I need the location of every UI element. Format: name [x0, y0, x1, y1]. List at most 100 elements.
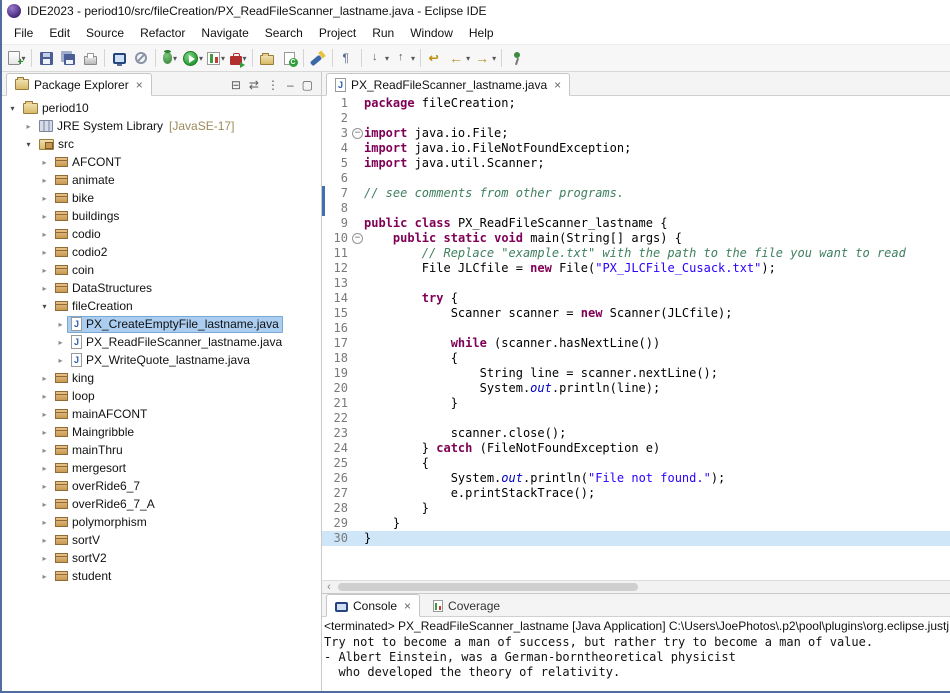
menu-navigate[interactable]: Navigate: [193, 24, 256, 42]
expand-arrow-icon[interactable]: ▸: [38, 284, 51, 293]
dropdown-arrow-icon[interactable]: ▾: [411, 54, 415, 63]
tree-item-polymorphism[interactable]: ▸polymorphism: [2, 513, 321, 531]
back-button[interactable]: ▾: [446, 47, 472, 70]
menu-search[interactable]: Search: [257, 24, 311, 42]
tree-item-loop[interactable]: ▸loop: [2, 387, 321, 405]
tree-item-buildings[interactable]: ▸buildings: [2, 207, 321, 225]
expand-arrow-icon[interactable]: ▸: [38, 554, 51, 563]
run-button[interactable]: ▾: [181, 47, 205, 70]
code-line-18[interactable]: 18 {: [322, 351, 950, 366]
previous-annotation-button[interactable]: ▾: [391, 47, 417, 70]
dropdown-arrow-icon[interactable]: ▾: [492, 54, 496, 63]
menu-edit[interactable]: Edit: [41, 24, 78, 42]
tree-item-mergesort[interactable]: ▸mergesort: [2, 459, 321, 477]
code-line-25[interactable]: 25 {: [322, 456, 950, 471]
tree-item-datastructures[interactable]: ▸DataStructures: [2, 279, 321, 297]
close-icon[interactable]: ×: [136, 78, 143, 92]
code-line-16[interactable]: 16: [322, 321, 950, 336]
dropdown-arrow-icon[interactable]: ▾: [221, 54, 225, 63]
code-line-21[interactable]: 21 }: [322, 396, 950, 411]
expand-arrow-icon[interactable]: ▸: [38, 212, 51, 221]
dropdown-arrow-icon[interactable]: ▾: [466, 54, 470, 63]
new-wizard-button[interactable]: ▾: [6, 47, 28, 70]
fold-collapse-icon[interactable]: [351, 126, 364, 141]
tree-item-coin[interactable]: ▸coin: [2, 261, 321, 279]
dropdown-arrow-icon[interactable]: ▾: [173, 54, 177, 63]
tree-item-mainafcont[interactable]: ▸mainAFCONT: [2, 405, 321, 423]
collapse-arrow-icon[interactable]: ▾: [22, 140, 35, 149]
tab-editor-file[interactable]: J PX_ReadFileScanner_lastname.java ×: [326, 73, 570, 96]
collapse-arrow-icon[interactable]: ▾: [6, 104, 19, 113]
tree-item-src[interactable]: ▾src: [2, 135, 321, 153]
expand-arrow-icon[interactable]: ▸: [38, 446, 51, 455]
expand-arrow-icon[interactable]: ▸: [54, 338, 67, 347]
expand-arrow-icon[interactable]: ▸: [54, 320, 67, 329]
expand-arrow-icon[interactable]: ▸: [38, 572, 51, 581]
forward-button[interactable]: ▾: [472, 47, 498, 70]
code-line-29[interactable]: 29 }: [322, 516, 950, 531]
expand-arrow-icon[interactable]: ▸: [54, 356, 67, 365]
skip-all-breakpoints-button[interactable]: [130, 47, 152, 70]
code-line-6[interactable]: 6: [322, 171, 950, 186]
code-line-28[interactable]: 28 }: [322, 501, 950, 516]
code-line-24[interactable]: 24 } catch (FileNotFoundException e): [322, 441, 950, 456]
tree-item-maingribble[interactable]: ▸Maingribble: [2, 423, 321, 441]
view-menu-icon[interactable]: ⋮: [267, 79, 279, 91]
code-line-7[interactable]: 7// see comments from other programs.: [322, 186, 950, 201]
tree-item-codio[interactable]: ▸codio: [2, 225, 321, 243]
code-line-5[interactable]: 5import java.util.Scanner;: [322, 156, 950, 171]
tree-item-bike[interactable]: ▸bike: [2, 189, 321, 207]
open-console-button[interactable]: [108, 47, 130, 70]
expand-arrow-icon[interactable]: ▸: [38, 158, 51, 167]
run-external-tools-button[interactable]: ▾: [227, 47, 249, 70]
new-java-class-button[interactable]: [278, 47, 300, 70]
code-line-1[interactable]: 1package fileCreation;: [322, 96, 950, 111]
tree-item-codio2[interactable]: ▸codio2: [2, 243, 321, 261]
code-line-13[interactable]: 13: [322, 276, 950, 291]
expand-arrow-icon[interactable]: ▸: [38, 500, 51, 509]
tab-console[interactable]: Console×: [326, 594, 420, 617]
next-annotation-button[interactable]: ▾: [365, 47, 391, 70]
tree-item-student[interactable]: ▸student: [2, 567, 321, 585]
scrollbar-thumb[interactable]: [338, 583, 638, 591]
code-line-11[interactable]: 11 // Replace "example.txt" with the pat…: [322, 246, 950, 261]
tree-item-filecreation[interactable]: ▾fileCreation: [2, 297, 321, 315]
expand-arrow-icon[interactable]: ▸: [38, 176, 51, 185]
tab-coverage[interactable]: Coverage: [424, 594, 509, 617]
expand-arrow-icon[interactable]: ▸: [38, 194, 51, 203]
last-edit-location-button[interactable]: [424, 47, 446, 70]
minimize-icon[interactable]: –: [287, 79, 294, 91]
pin-editor-button[interactable]: [505, 47, 527, 70]
code-line-10[interactable]: 10 public static void main(String[] args…: [322, 231, 950, 246]
close-icon[interactable]: ×: [554, 78, 561, 92]
expand-arrow-icon[interactable]: ▸: [38, 392, 51, 401]
code-line-17[interactable]: 17 while (scanner.hasNextLine()): [322, 336, 950, 351]
menu-project[interactable]: Project: [311, 24, 364, 42]
tree-item-afcont[interactable]: ▸AFCONT: [2, 153, 321, 171]
expand-arrow-icon[interactable]: ▸: [38, 230, 51, 239]
code-line-30[interactable]: 30}: [322, 531, 950, 546]
expand-arrow-icon[interactable]: ▸: [38, 482, 51, 491]
expand-arrow-icon[interactable]: ▸: [38, 248, 51, 257]
tree-item-px-writequote-lastname-java[interactable]: ▸JPX_WriteQuote_lastname.java: [2, 351, 321, 369]
expand-arrow-icon[interactable]: ▸: [38, 410, 51, 419]
tree-item-px-readfilescanner-lastname-java[interactable]: ▸JPX_ReadFileScanner_lastname.java: [2, 333, 321, 351]
dropdown-arrow-icon[interactable]: ▾: [199, 54, 203, 63]
debug-button[interactable]: ▾: [159, 47, 181, 70]
menu-window[interactable]: Window: [402, 24, 461, 42]
code-line-9[interactable]: 9public class PX_ReadFileScanner_lastnam…: [322, 216, 950, 231]
dropdown-arrow-icon[interactable]: ▾: [385, 54, 389, 63]
tree-item-override6-7[interactable]: ▸overRide6_7: [2, 477, 321, 495]
code-line-26[interactable]: 26 System.out.println("File not found.")…: [322, 471, 950, 486]
code-line-23[interactable]: 23 scanner.close();: [322, 426, 950, 441]
code-line-4[interactable]: 4import java.io.FileNotFoundException;: [322, 141, 950, 156]
tab-package-explorer[interactable]: Package Explorer ×: [6, 73, 152, 96]
menu-run[interactable]: Run: [364, 24, 402, 42]
expand-arrow-icon[interactable]: ▸: [38, 266, 51, 275]
code-line-22[interactable]: 22: [322, 411, 950, 426]
tree-item-mainthru[interactable]: ▸mainThru: [2, 441, 321, 459]
tree-item-animate[interactable]: ▸animate: [2, 171, 321, 189]
expand-arrow-icon[interactable]: ▸: [38, 428, 51, 437]
save-all-button[interactable]: [57, 47, 79, 70]
maximize-icon[interactable]: ▢: [302, 79, 313, 91]
